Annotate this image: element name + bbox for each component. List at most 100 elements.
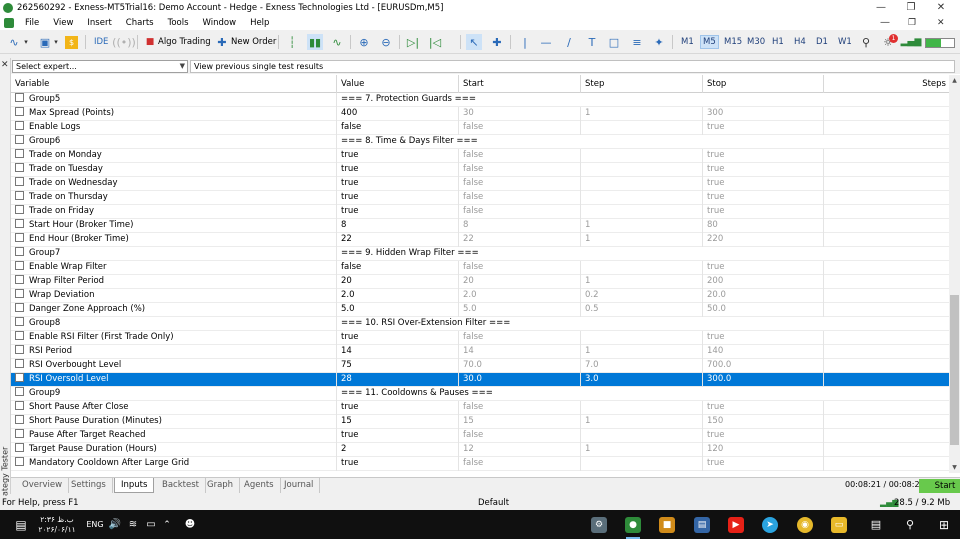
timeframe-m5[interactable]: M5 — [700, 35, 719, 49]
step-cell[interactable]: 1 — [581, 443, 703, 457]
step-cell[interactable] — [581, 149, 703, 163]
start-cell[interactable]: false — [459, 205, 581, 219]
new-order-icon[interactable]: ✚ — [214, 34, 230, 50]
start-cell[interactable]: false — [459, 149, 581, 163]
search-icon[interactable]: ⚲ — [900, 510, 920, 539]
stop-cell[interactable] — [703, 135, 824, 149]
algo-trading-button[interactable]: Algo Trading — [158, 33, 211, 51]
optimize-checkbox[interactable] — [15, 107, 24, 116]
optimize-checkbox[interactable] — [15, 233, 24, 242]
stop-cell[interactable]: true — [703, 163, 824, 177]
chevron-up-icon[interactable]: ⌃ — [160, 510, 174, 539]
volume-icon[interactable]: 🔊 — [107, 510, 123, 539]
start-cell[interactable]: 5.0 — [459, 303, 581, 317]
timeframe-m15[interactable]: M15 — [722, 35, 744, 49]
cursor-icon[interactable]: ↖ — [466, 34, 482, 50]
start-cell[interactable]: 20 — [459, 275, 581, 289]
youtube-icon[interactable]: ▶ — [728, 517, 744, 533]
start-cell[interactable]: 30.0 — [459, 373, 581, 387]
stop-cell[interactable] — [703, 317, 824, 331]
stop-cell[interactable] — [703, 387, 824, 401]
zoom-out-icon[interactable]: ⊖ — [378, 34, 394, 50]
chevron-down-icon[interactable]: ▾ — [52, 34, 60, 50]
start-cell[interactable]: false — [459, 177, 581, 191]
table-row[interactable]: End Hour (Broker Time) 22 22 1 220 — [11, 233, 949, 247]
optimize-checkbox[interactable] — [15, 401, 24, 410]
step-cell[interactable] — [581, 191, 703, 205]
tab-settings[interactable]: Settings — [65, 478, 113, 493]
table-row[interactable]: Group5 === 7. Protection Guards === — [11, 93, 949, 107]
telegram-icon[interactable]: ➤ — [762, 517, 778, 533]
start-button[interactable]: Start — [919, 479, 960, 493]
step-cell[interactable]: 0.2 — [581, 289, 703, 303]
horizontal-line-icon[interactable]: — — [538, 34, 554, 50]
shapes-icon[interactable]: ✦ — [651, 34, 667, 50]
table-row[interactable]: Danger Zone Approach (%) 5.0 5.0 0.5 50.0 — [11, 303, 949, 317]
dollar-icon[interactable]: $ — [65, 36, 78, 49]
header-value[interactable]: Value — [337, 75, 459, 93]
optimize-checkbox[interactable] — [15, 317, 24, 326]
value-cell[interactable]: 22 — [337, 233, 459, 247]
tab-journal[interactable]: Journal — [278, 478, 321, 493]
timeframe-d1[interactable]: D1 — [814, 35, 830, 49]
value-cell[interactable]: 5.0 — [337, 303, 459, 317]
step-cell[interactable] — [581, 429, 703, 443]
step-cell[interactable] — [581, 457, 703, 471]
table-row[interactable]: Trade on Wednesday true false true — [11, 177, 949, 191]
start-cell[interactable]: false — [459, 121, 581, 135]
stop-cell[interactable]: true — [703, 121, 824, 135]
value-cell[interactable]: 8 — [337, 219, 459, 233]
battery-icon[interactable]: ▭ — [143, 510, 159, 539]
value-cell[interactable]: 2.0 — [337, 289, 459, 303]
step-cell[interactable]: 1 — [581, 415, 703, 429]
optimize-checkbox[interactable] — [15, 429, 24, 438]
search-icon[interactable]: ⚲ — [858, 34, 874, 50]
windows-start-icon[interactable]: ⊞ — [934, 510, 954, 539]
menu-restore-icon[interactable]: ❐ — [908, 18, 916, 28]
new-order-button[interactable]: New Order — [231, 33, 276, 51]
fibonacci-icon[interactable]: ≡ — [629, 34, 645, 50]
minimize-button[interactable]: — — [866, 0, 896, 15]
table-row[interactable]: Trade on Tuesday true false true — [11, 163, 949, 177]
stop-cell[interactable] — [703, 93, 824, 107]
ide-button[interactable]: IDE — [94, 33, 108, 51]
start-cell[interactable]: 22 — [459, 233, 581, 247]
start-cell[interactable] — [459, 93, 581, 107]
table-row[interactable]: Wrap Deviation 2.0 2.0 0.2 20.0 — [11, 289, 949, 303]
templates-icon[interactable]: ▣ — [37, 34, 53, 50]
table-row[interactable]: Trade on Thursday true false true — [11, 191, 949, 205]
stop-cell[interactable]: true — [703, 331, 824, 345]
zoom-in-icon[interactable]: ⊕ — [356, 34, 372, 50]
value-cell[interactable]: true — [337, 457, 459, 471]
timeframe-m1[interactable]: M1 — [679, 35, 696, 49]
step-cell[interactable] — [581, 121, 703, 135]
menu-window[interactable]: Window — [196, 18, 244, 28]
text-icon[interactable]: T — [584, 34, 600, 50]
stop-cell[interactable]: 700.0 — [703, 359, 824, 373]
app-icon-3[interactable]: ■ — [659, 517, 675, 533]
stop-cell[interactable]: true — [703, 401, 824, 415]
table-row[interactable]: Trade on Monday true false true — [11, 149, 949, 163]
line-chart-icon[interactable]: ∿ — [329, 34, 345, 50]
optimize-checkbox[interactable] — [15, 415, 24, 424]
value-cell[interactable]: 75 — [337, 359, 459, 373]
menu-charts[interactable]: Charts — [119, 18, 161, 28]
stop-cell[interactable]: 80 — [703, 219, 824, 233]
table-row[interactable]: RSI Period 14 14 1 140 — [11, 345, 949, 359]
timeframe-h4[interactable]: H4 — [792, 35, 808, 49]
table-row[interactable]: Wrap Filter Period 20 20 1 200 — [11, 275, 949, 289]
optimize-checkbox[interactable] — [15, 387, 24, 396]
step-cell[interactable]: 1 — [581, 233, 703, 247]
chevron-down-icon[interactable]: ▼ — [180, 61, 185, 72]
table-row[interactable]: Group6 === 8. Time & Days Filter === — [11, 135, 949, 149]
optimize-checkbox[interactable] — [15, 289, 24, 298]
stop-cell[interactable]: 120 — [703, 443, 824, 457]
step-cell[interactable]: 1 — [581, 345, 703, 359]
stop-cell[interactable]: true — [703, 205, 824, 219]
start-cell[interactable]: false — [459, 331, 581, 345]
optimize-checkbox[interactable] — [15, 177, 24, 186]
menu-insert[interactable]: Insert — [80, 18, 118, 28]
start-cell[interactable]: 8 — [459, 219, 581, 233]
start-cell[interactable] — [459, 317, 581, 331]
file-explorer-icon[interactable]: ▭ — [831, 517, 847, 533]
